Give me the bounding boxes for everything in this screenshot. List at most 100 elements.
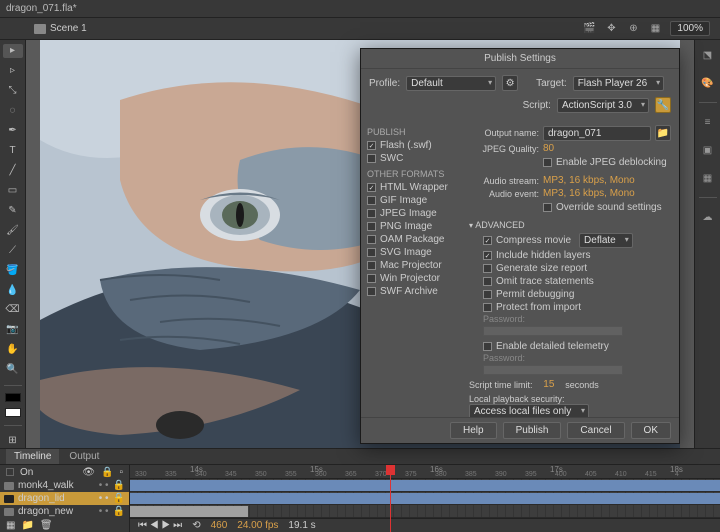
svg-checkbox[interactable]: SVG Image [367,246,455,259]
output-tab[interactable]: Output [61,449,107,464]
timeline-ruler[interactable]: 14s 15s 16s 17s 18s 33033534034535035536… [130,465,720,479]
output-name-field[interactable]: dragon_071 [543,126,651,141]
audio-event-link[interactable]: MP3, 16 kbps, Mono [543,188,635,199]
library-icon[interactable]: ▣ [699,141,717,159]
format-list: PUBLISH ✓Flash (.swf) SWC OTHER FORMATS … [361,119,461,417]
scene-breadcrumb[interactable]: Scene 1 [26,23,95,34]
brush-tool[interactable]: 🖌 [3,223,23,237]
protect-checkbox[interactable]: Protect from import [483,301,671,314]
center-icon[interactable]: ⊕ [626,22,640,36]
swatches-icon[interactable]: ▦ [699,169,717,187]
timeline-tab[interactable]: Timeline [6,449,59,464]
new-layer-icon[interactable]: ▦ [6,520,15,531]
rect-tool[interactable]: ▭ [3,183,23,197]
html-wrapper-checkbox[interactable]: ✓HTML Wrapper [367,181,455,194]
swf-archive-checkbox[interactable]: SWF Archive [367,285,455,298]
stroke-swatch[interactable] [5,393,21,402]
script-settings-icon[interactable]: 🔧 [655,97,671,113]
zoom-field[interactable]: 100% [670,21,710,36]
pencil-tool[interactable]: ✎ [3,203,23,217]
camera-tool[interactable]: 📷 [3,323,23,337]
deblock-checkbox[interactable]: Enable JPEG deblocking [543,156,667,169]
align-icon[interactable]: ≡ [699,113,717,131]
png-checkbox[interactable]: PNG Image [367,220,455,233]
track-row[interactable] [130,479,720,492]
properties-icon[interactable]: ⬔ [699,46,717,64]
text-tool[interactable]: T [3,144,23,158]
script-dropdown[interactable]: ActionScript 3.0 [557,98,649,113]
lasso-tool[interactable]: ◌ [3,104,23,118]
ok-button[interactable]: OK [631,422,671,439]
track-row[interactable] [130,492,720,505]
layer-row[interactable]: dragon_lid• •🔒 [0,492,129,505]
compress-checkbox[interactable]: ✓Compress movieDeflate [483,232,671,249]
script-time-value[interactable]: 15 [543,379,554,390]
swc-checkbox[interactable]: SWC [367,152,455,165]
other-formats-header: OTHER FORMATS [367,169,455,179]
title-bar: dragon_071.fla* [0,0,720,18]
target-dropdown[interactable]: Flash Player 26 [573,76,664,91]
file-title: dragon_071.fla* [6,3,77,14]
cc-icon[interactable]: ☁ [699,208,717,226]
local-security-dropdown[interactable]: Access local files only [469,404,589,417]
pen-tool[interactable]: ✒ [3,124,23,138]
fill-swatch[interactable] [5,408,21,417]
line-tool[interactable]: ╱ [3,164,23,178]
profile-options-icon[interactable]: ⚙ [502,75,518,91]
track-row[interactable] [130,505,720,518]
transform-tool[interactable]: ⤡ [3,84,23,98]
telemetry-password-field [483,365,623,375]
bone-tool[interactable]: ⟋ [3,243,23,257]
zoom-tool[interactable]: 🔍 [3,363,23,377]
omit-trace-checkbox[interactable]: Omit trace statements [483,275,671,288]
eyedropper-tool[interactable]: 💧 [3,283,23,297]
size-report-checkbox[interactable]: Generate size report [483,262,671,275]
selection-tool[interactable]: ▸ [3,44,23,58]
eraser-tool[interactable]: ⌫ [3,303,23,317]
mac-proj-checkbox[interactable]: Mac Projector [367,259,455,272]
hand-tool[interactable]: ✋ [3,343,23,357]
password-field [483,326,623,336]
snap-tool[interactable]: ⊞ [3,434,23,448]
pan-icon[interactable]: ✥ [604,22,618,36]
new-folder-icon[interactable]: 📁 [21,520,33,531]
profile-dropdown[interactable]: Default [406,76,496,91]
current-frame[interactable]: 460 [211,520,228,531]
oam-checkbox[interactable]: OAM Package [367,233,455,246]
password-label: Password: [483,314,671,324]
publish-settings-dialog: Publish Settings Profile: Default ⚙ Targ… [360,48,680,444]
playhead[interactable] [390,465,391,532]
delete-layer-icon[interactable]: 🗑 [40,520,53,531]
browse-icon[interactable]: 📁 [655,125,671,141]
override-checkbox[interactable]: Override sound settings [543,201,662,214]
frame-controls[interactable]: ⏮ ◀ ▶ ⏭ [138,520,182,531]
cancel-button[interactable]: Cancel [567,422,624,439]
left-toolbar: ▸ ▹ ⤡ ◌ ✒ T ╱ ▭ ✎ 🖌 ⟋ 🪣 💧 ⌫ 📷 ✋ 🔍 ⊞ [0,40,26,448]
gif-checkbox[interactable]: GIF Image [367,194,455,207]
compress-dropdown[interactable]: Deflate [579,233,633,248]
telemetry-password-label: Password: [483,353,671,363]
win-proj-checkbox[interactable]: Win Projector [367,272,455,285]
layer-row[interactable]: dragon_new• •🔒 [0,505,129,518]
flash-checkbox[interactable]: ✓Flash (.swf) [367,139,455,152]
dialog-title: Publish Settings [361,49,679,69]
advanced-header[interactable]: ADVANCED [469,220,671,230]
palette-icon[interactable]: 🎨 [699,74,717,92]
help-button[interactable]: Help [450,422,497,439]
clapper-icon[interactable]: 🎬 [582,22,596,36]
publish-header: PUBLISH [367,127,455,137]
jpeg-checkbox[interactable]: JPEG Image [367,207,455,220]
fps-value[interactable]: 24.00 fps [237,520,278,531]
grid-icon[interactable]: ▦ [648,22,662,36]
debug-checkbox[interactable]: Permit debugging [483,288,671,301]
bucket-tool[interactable]: 🪣 [3,263,23,277]
telemetry-checkbox[interactable]: Enable detailed telemetry [483,340,671,353]
scene-bar: Scene 1 🎬 ✥ ⊕ ▦ 100% [0,18,720,40]
audio-stream-link[interactable]: MP3, 16 kbps, Mono [543,175,635,186]
jpeg-quality-value[interactable]: 80 [543,143,554,154]
layer-row[interactable]: monk4_walk• •🔒 [0,479,129,492]
lock-icon[interactable]: 🔒 [101,467,113,478]
subselect-tool[interactable]: ▹ [3,64,23,78]
publish-button[interactable]: Publish [503,422,562,439]
hidden-layers-checkbox[interactable]: ✓Include hidden layers [483,249,671,262]
